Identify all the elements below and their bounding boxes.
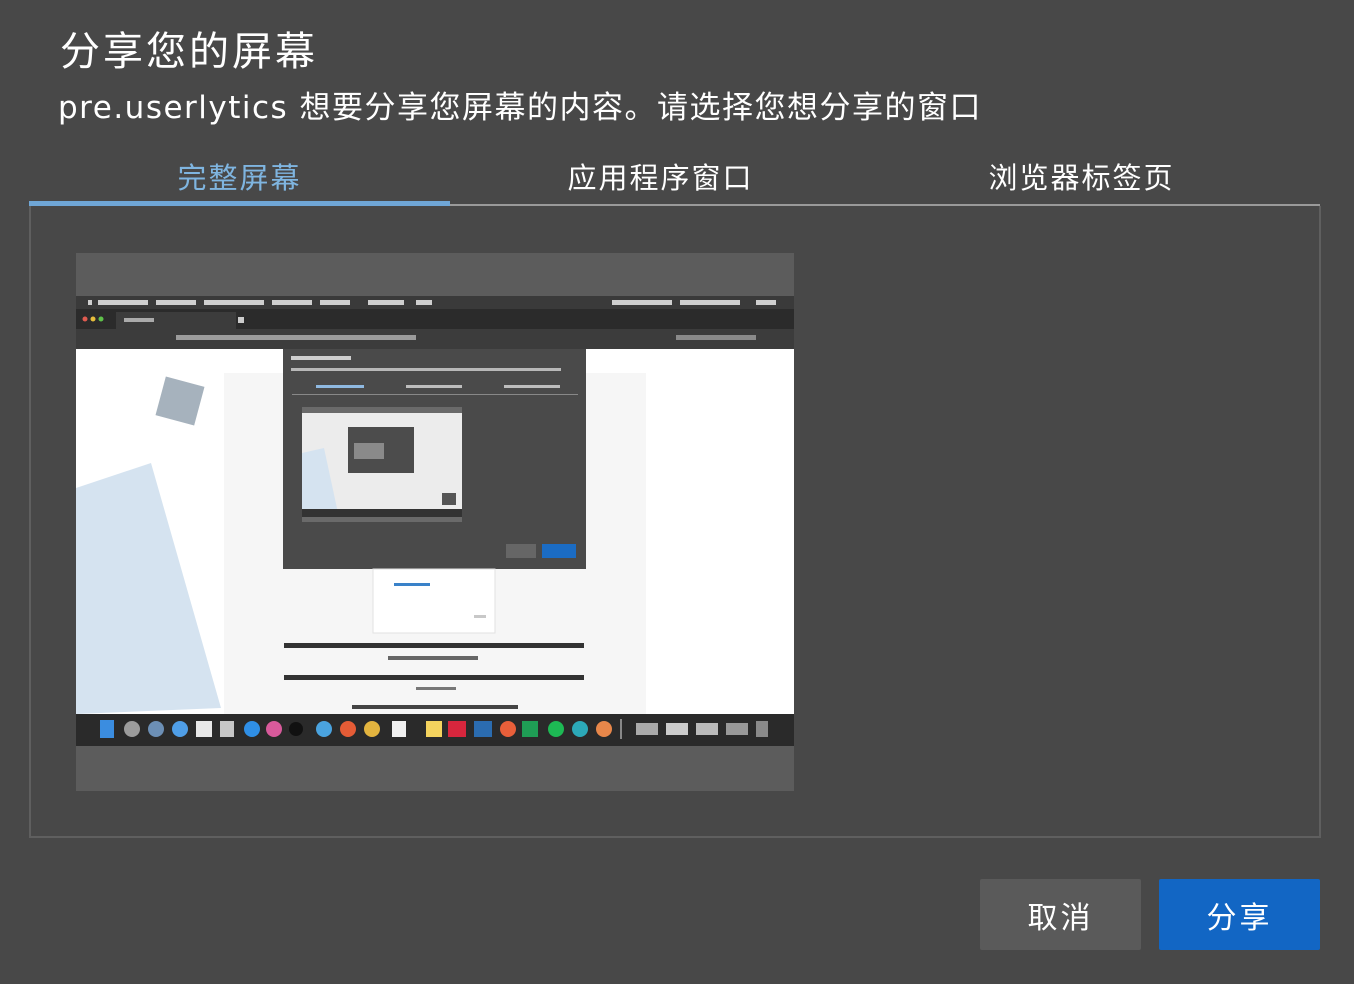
dialog-subtitle: pre.userlytics 想要分享您屏幕的内容。请选择您想分享的窗口 [58, 90, 983, 126]
tab-bar: 完整屏幕 应用程序窗口 浏览器标签页 [29, 148, 1320, 206]
screen-thumbnail[interactable] [76, 253, 794, 791]
tab-application-window[interactable]: 应用程序窗口 [450, 148, 871, 204]
dialog-title: 分享您的屏幕 [60, 29, 318, 75]
screen-preview-image [76, 253, 794, 791]
cancel-button[interactable]: 取消 [980, 879, 1141, 950]
tab-entire-screen[interactable]: 完整屏幕 [29, 148, 450, 204]
tab-browser-tab[interactable]: 浏览器标签页 [871, 148, 1292, 204]
share-button[interactable]: 分享 [1159, 879, 1320, 950]
screen-share-dialog: 分享您的屏幕 pre.userlytics 想要分享您屏幕的内容。请选择您想分享… [0, 0, 1354, 984]
